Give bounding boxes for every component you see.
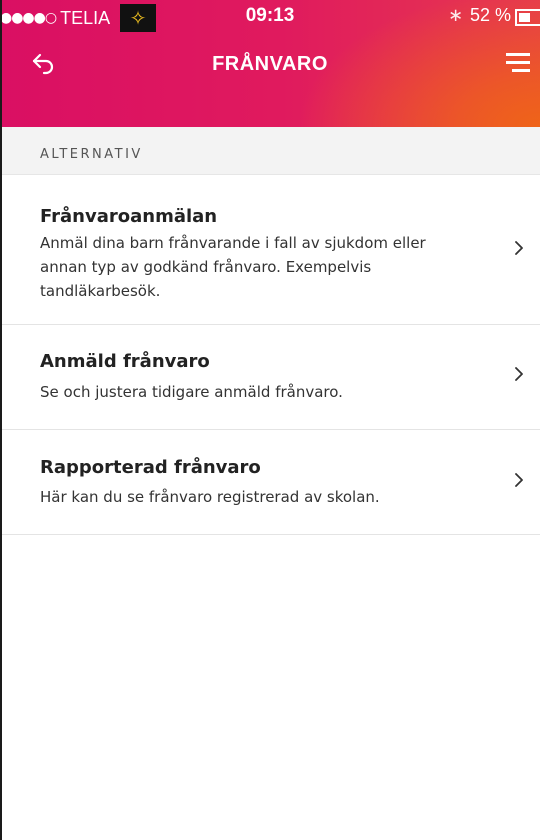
carrier-label: TELIA	[60, 7, 111, 28]
status-bar: ●●●●○ TELIA ✧ 09:13 ∗ 52 %	[0, 0, 540, 36]
nav-bar: FRÅNVARO	[0, 36, 540, 92]
hamburger-menu-icon[interactable]	[506, 53, 530, 73]
chevron-right-icon	[515, 367, 523, 381]
battery-fill	[519, 13, 530, 22]
item-title: Frånvaroanmälan	[40, 206, 218, 227]
section-label: ALTERNATIV	[40, 147, 143, 162]
battery-icon	[515, 9, 540, 26]
list-item-anmald-franvaro[interactable]: Anmäld frånvaro Se och justera tidigare …	[0, 325, 540, 430]
screen: ●●●●○ TELIA ✧ 09:13 ∗ 52 % FRÅNVARO ALTE…	[0, 0, 540, 840]
item-description: Här kan du se frånvaro registrerad av sk…	[40, 488, 380, 506]
bluetooth-icon: ∗	[448, 5, 464, 26]
item-title: Rapporterad frånvaro	[40, 457, 261, 478]
item-title: Anmäld frånvaro	[40, 351, 210, 372]
carrier-info: ●●●●○ TELIA	[0, 6, 110, 30]
running-figure-icon: ✧	[120, 4, 156, 32]
signal-strength-icon: ●●●●○	[0, 10, 57, 26]
header: ●●●●○ TELIA ✧ 09:13 ∗ 52 % FRÅNVARO	[0, 0, 540, 127]
status-time: 09:13	[245, 5, 295, 26]
list-item-franvaroanmalan[interactable]: Frånvaroanmälan Anmäl dina barn frånvara…	[0, 175, 540, 325]
list-item-rapporterad-franvaro[interactable]: Rapporterad frånvaro Här kan du se frånv…	[0, 430, 540, 535]
device-frame-edge	[0, 0, 2, 840]
battery-percent: 52 %	[470, 5, 512, 25]
chevron-right-icon	[515, 241, 523, 255]
item-description: Anmäl dina barn frånvarande i fall av sj…	[40, 234, 426, 300]
page-title: FRÅNVARO	[212, 53, 328, 75]
chevron-right-icon	[515, 473, 523, 487]
item-description: Se och justera tidigare anmäld frånvaro.	[40, 383, 343, 401]
section-header: ALTERNATIV	[0, 127, 540, 175]
